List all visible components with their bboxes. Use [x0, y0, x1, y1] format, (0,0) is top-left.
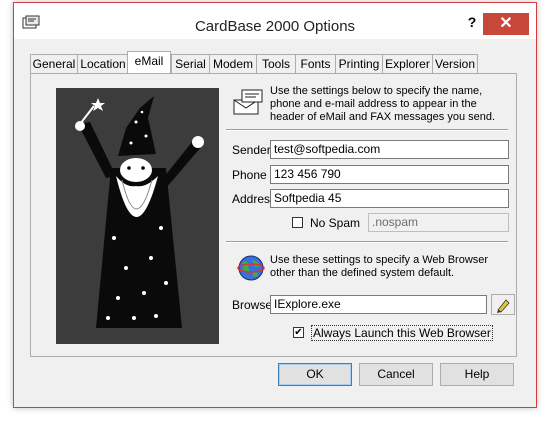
- help-button[interactable]: Help: [440, 363, 514, 386]
- tab-location[interactable]: Location: [77, 54, 129, 73]
- nospam-checkbox[interactable]: [292, 217, 303, 228]
- check-mark-icon: ✔: [294, 327, 303, 338]
- always-launch-checkbox[interactable]: ✔: [293, 327, 304, 338]
- tab-general[interactable]: General: [30, 54, 78, 73]
- cancel-button[interactable]: Cancel: [359, 363, 433, 386]
- tab-fonts[interactable]: Fonts: [295, 54, 336, 73]
- close-button[interactable]: ✕: [483, 13, 529, 35]
- browse-button[interactable]: [491, 294, 515, 315]
- tab-version[interactable]: Version: [432, 54, 478, 73]
- separator: [226, 241, 508, 243]
- tab-printing[interactable]: Printing: [335, 54, 383, 73]
- tab-tools[interactable]: Tools: [256, 54, 296, 73]
- sender-label: Sender: [232, 143, 271, 157]
- wizard-image: [56, 88, 219, 344]
- ok-button[interactable]: OK: [278, 363, 352, 386]
- tab-serial[interactable]: Serial: [171, 54, 210, 73]
- nospam-label: No Spam: [310, 216, 361, 230]
- window-title: CardBase 2000 Options: [194, 18, 356, 35]
- help-title-button[interactable]: ?: [464, 14, 480, 30]
- title-bar[interactable]: CardBase 2000 Options ? ✕: [14, 3, 536, 39]
- nospam-input[interactable]: .nospam: [368, 213, 509, 232]
- separator: [226, 129, 508, 131]
- envelope-icon: [233, 89, 263, 115]
- phone-label: Phone: [232, 168, 267, 182]
- tab-modem[interactable]: Modem: [209, 54, 257, 73]
- phone-input[interactable]: 123 456 790: [270, 165, 509, 184]
- browser-description: Use these settings to specify a Web Brow…: [270, 254, 489, 279]
- tab-email[interactable]: eMail: [127, 51, 171, 73]
- globe-icon: [237, 255, 265, 281]
- sender-input[interactable]: test@softpedia.com: [270, 140, 509, 159]
- address-input[interactable]: Softpedia 45: [270, 189, 509, 208]
- pencil-icon: [497, 299, 510, 313]
- email-description: Use the settings below to specify the na…: [270, 85, 496, 123]
- always-launch-label[interactable]: Always Launch this Web Browser: [311, 325, 493, 341]
- browser-input[interactable]: IExplore.exe: [270, 295, 487, 314]
- email-tab-panel: Use the settings below to specify the na…: [30, 73, 517, 357]
- tab-explorer[interactable]: Explorer: [382, 54, 433, 73]
- options-dialog: CardBase 2000 Options ? ✕ General Locati…: [13, 2, 537, 408]
